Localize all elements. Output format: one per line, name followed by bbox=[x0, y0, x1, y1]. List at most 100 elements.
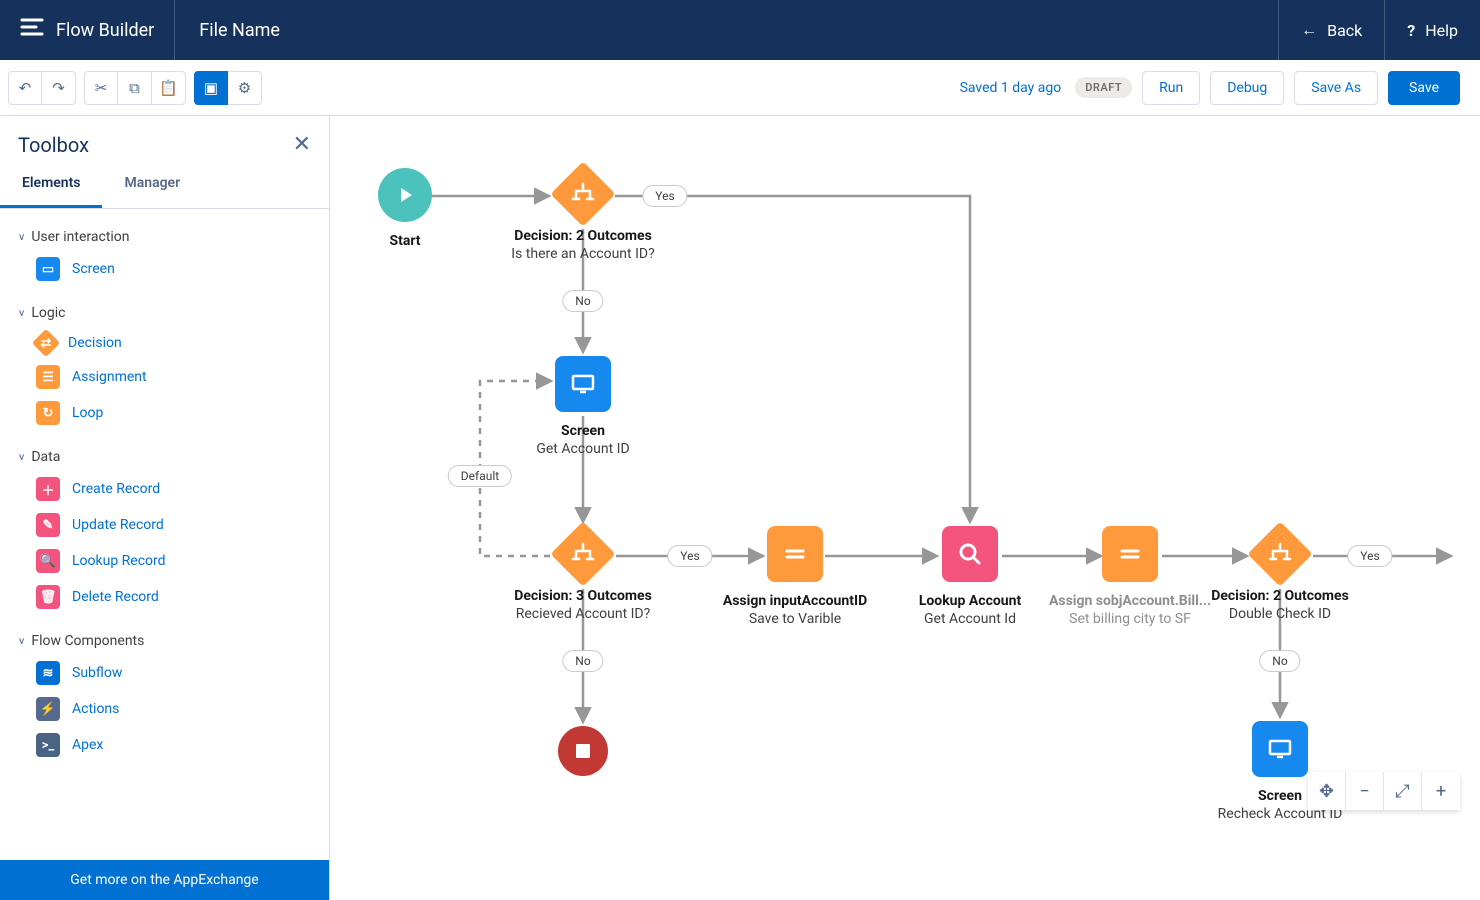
palette-lookup-record[interactable]: 🔍 Lookup Record bbox=[18, 543, 311, 579]
palette: ∨User interaction ▭ Screen ∨Logic ⇄ Deci… bbox=[0, 209, 329, 860]
draft-badge: DRAFT bbox=[1075, 77, 1132, 98]
decision-icon: ⇄ bbox=[32, 329, 60, 357]
toolbar: ↶ ↷ ✂ ⧉ 📋 ▣ ⚙ Saved 1 day ago DRAFT Run … bbox=[0, 60, 1480, 116]
save-button[interactable]: Save bbox=[1388, 71, 1460, 105]
back-label: Back bbox=[1327, 21, 1362, 40]
node-start[interactable]: Start bbox=[330, 168, 485, 250]
outcome-no[interactable]: No bbox=[562, 650, 603, 672]
debug-button[interactable]: Debug bbox=[1210, 71, 1284, 105]
app-brand: Flow Builder bbox=[0, 0, 175, 60]
clipboard-icon: 📋 bbox=[159, 79, 178, 97]
flow-icon bbox=[20, 17, 44, 43]
decision-icon bbox=[1247, 521, 1312, 586]
undo-button[interactable]: ↶ bbox=[8, 71, 42, 105]
zoom-in-button[interactable]: + bbox=[1422, 772, 1460, 810]
paste-button[interactable]: 📋 bbox=[152, 71, 186, 105]
node-decision-2[interactable]: Decision: 3 Outcomes Recieved Account ID… bbox=[503, 531, 663, 623]
subflow-icon: ≋ bbox=[36, 661, 60, 685]
assignment-icon bbox=[1102, 526, 1158, 582]
move-icon: ✥ bbox=[1319, 781, 1334, 802]
toolbox-title: Toolbox bbox=[18, 133, 89, 157]
screen-icon bbox=[1252, 721, 1308, 777]
gear-icon: ⚙ bbox=[238, 79, 251, 97]
chevron-down-icon: ∨ bbox=[18, 308, 25, 319]
palette-delete-record[interactable]: 🗑 Delete Record bbox=[18, 579, 311, 615]
decision-icon bbox=[550, 161, 615, 226]
cut-button[interactable]: ✂ bbox=[84, 71, 118, 105]
group-logic[interactable]: ∨Logic bbox=[18, 299, 311, 327]
redo-icon: ↷ bbox=[52, 79, 65, 97]
outcome-yes[interactable]: Yes bbox=[642, 185, 687, 207]
save-as-button[interactable]: Save As bbox=[1294, 71, 1378, 105]
action-icon: ⚡ bbox=[36, 697, 60, 721]
node-lookup[interactable]: Lookup Account Get Account Id bbox=[890, 526, 1050, 628]
copy-button[interactable]: ⧉ bbox=[118, 71, 152, 105]
group-flow-components[interactable]: ∨Flow Components bbox=[18, 627, 311, 655]
chevron-down-icon: ∨ bbox=[18, 636, 25, 647]
outcome-no[interactable]: No bbox=[562, 290, 603, 312]
decision-icon bbox=[550, 521, 615, 586]
outcome-default[interactable]: Default bbox=[448, 465, 512, 487]
node-assign-billing[interactable]: Assign sobjAccount.Bill... Set billing c… bbox=[1040, 526, 1220, 628]
plus-icon: + bbox=[1436, 781, 1446, 802]
tab-elements[interactable]: Elements bbox=[0, 165, 102, 208]
flow-canvas[interactable]: Yes No Default Yes No Yes No Start Decis… bbox=[330, 116, 1480, 900]
node-screen-1[interactable]: Screen Get Account ID bbox=[503, 356, 663, 458]
zoom-out-button[interactable]: − bbox=[1346, 772, 1384, 810]
apex-icon: >_ bbox=[36, 733, 60, 757]
node-assign-input[interactable]: Assign inputAccountID Save to Varible bbox=[715, 526, 875, 628]
loop-icon: ↻ bbox=[36, 401, 60, 425]
question-icon: ? bbox=[1407, 21, 1415, 40]
assignment-icon: ☰ bbox=[36, 365, 60, 389]
delete-record-icon: 🗑 bbox=[36, 585, 60, 609]
palette-screen[interactable]: ▭ Screen bbox=[18, 251, 311, 287]
outcome-yes[interactable]: Yes bbox=[1347, 545, 1392, 567]
settings-button[interactable]: ⚙ bbox=[228, 71, 262, 105]
palette-subflow[interactable]: ≋ Subflow bbox=[18, 655, 311, 691]
create-record-icon: ＋ bbox=[36, 477, 60, 501]
app-header: Flow Builder File Name ← Back ? Help bbox=[0, 0, 1480, 60]
file-name[interactable]: File Name bbox=[175, 20, 304, 41]
redo-button[interactable]: ↷ bbox=[42, 71, 76, 105]
scissors-icon: ✂ bbox=[95, 79, 108, 97]
lookup-record-icon: 🔍 bbox=[36, 549, 60, 573]
outcome-no[interactable]: No bbox=[1259, 650, 1300, 672]
app-title: Flow Builder bbox=[56, 20, 154, 41]
palette-assignment[interactable]: ☰ Assignment bbox=[18, 359, 311, 395]
outcome-yes[interactable]: Yes bbox=[667, 545, 712, 567]
screen-icon: ▭ bbox=[36, 257, 60, 281]
node-end[interactable] bbox=[503, 726, 663, 786]
palette-decision[interactable]: ⇄ Decision bbox=[18, 327, 311, 359]
stop-icon bbox=[558, 726, 608, 776]
group-user-interaction[interactable]: ∨User interaction bbox=[18, 223, 311, 251]
toolbox-tabs: Elements Manager bbox=[0, 165, 329, 209]
help-button[interactable]: ? Help bbox=[1384, 0, 1480, 60]
undo-icon: ↶ bbox=[19, 79, 32, 97]
palette-apex[interactable]: >_ Apex bbox=[18, 727, 311, 763]
chevron-down-icon: ∨ bbox=[18, 452, 25, 463]
appexchange-link[interactable]: Get more on the AppExchange bbox=[0, 860, 329, 900]
palette-update-record[interactable]: ✎ Update Record bbox=[18, 507, 311, 543]
palette-create-record[interactable]: ＋ Create Record bbox=[18, 471, 311, 507]
pan-button[interactable]: ✥ bbox=[1308, 772, 1346, 810]
node-decision-3[interactable]: Decision: 2 Outcomes Double Check ID bbox=[1200, 531, 1360, 623]
group-data[interactable]: ∨Data bbox=[18, 443, 311, 471]
help-label: Help bbox=[1425, 21, 1458, 40]
palette-actions[interactable]: ⚡ Actions bbox=[18, 691, 311, 727]
zoom-controls: ✥ − ⤢ + bbox=[1308, 772, 1460, 810]
start-icon bbox=[378, 168, 432, 222]
chevron-down-icon: ∨ bbox=[18, 232, 25, 243]
lookup-icon bbox=[942, 526, 998, 582]
tab-manager[interactable]: Manager bbox=[102, 165, 202, 208]
run-button[interactable]: Run bbox=[1142, 71, 1200, 105]
back-button[interactable]: ← Back bbox=[1278, 0, 1384, 60]
toolbox-sidebar: Toolbox ✕ Elements Manager ∨User interac… bbox=[0, 116, 330, 900]
panel-icon: ▣ bbox=[204, 79, 218, 97]
fit-button[interactable]: ⤢ bbox=[1384, 772, 1422, 810]
node-decision-1[interactable]: Decision: 2 Outcomes Is there an Account… bbox=[503, 171, 663, 263]
palette-loop[interactable]: ↻ Loop bbox=[18, 395, 311, 431]
toggle-panel-button[interactable]: ▣ bbox=[194, 71, 228, 105]
fit-icon: ⤢ bbox=[1395, 781, 1409, 802]
close-icon[interactable]: ✕ bbox=[293, 132, 311, 157]
copy-icon: ⧉ bbox=[129, 79, 140, 97]
